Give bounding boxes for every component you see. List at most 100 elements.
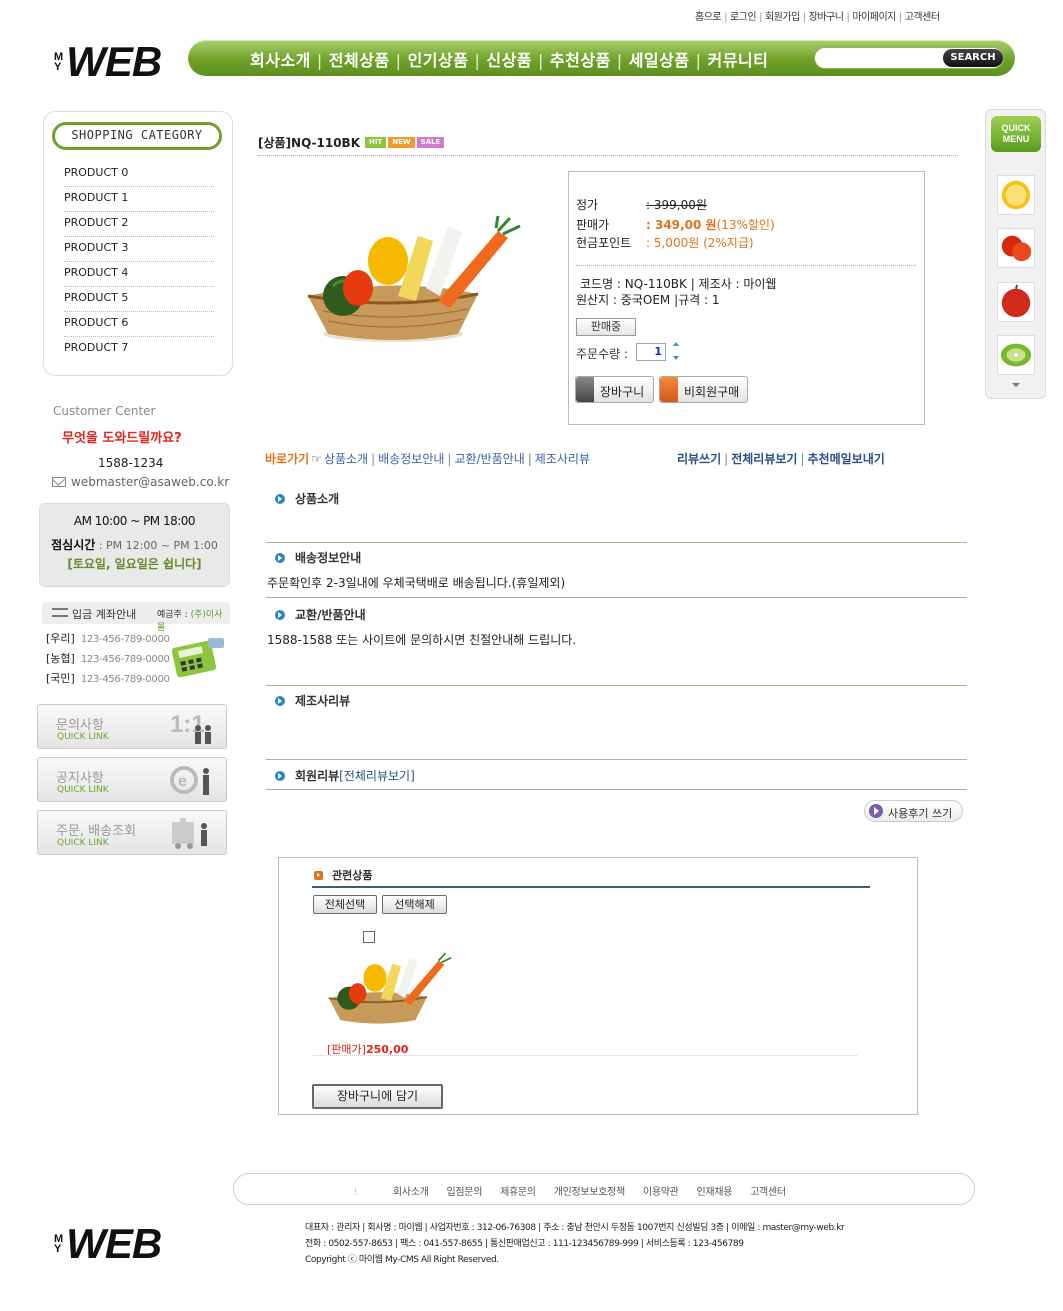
select-all-button[interactable]: 전체선택 <box>313 895 377 914</box>
search-button[interactable]: SEARCH <box>943 49 1003 67</box>
footer-link-partner-inquiry[interactable]: 입점문의 <box>447 1187 483 1198</box>
category-item[interactable]: PRODUCT 6 <box>64 312 214 337</box>
play-icon <box>869 804 883 818</box>
category-item[interactable]: PRODUCT 0 <box>64 162 214 187</box>
related-item-checkbox[interactable] <box>363 931 375 943</box>
arrow-icon <box>275 609 285 620</box>
quick-link-order-tracking[interactable]: 주문, 배송조회 QUICK LINK <box>37 810 227 855</box>
chevron-down-icon[interactable] <box>1012 383 1020 387</box>
related-divider <box>312 1055 857 1056</box>
section-shipping-title: 배송정보안내 <box>275 549 361 566</box>
nav-recommended[interactable]: 추천상품 <box>550 51 611 70</box>
arrow-icon <box>275 493 285 504</box>
nav-company[interactable]: 회사소개 <box>250 51 311 70</box>
top-link-login[interactable]: 로그인 <box>730 12 757 23</box>
top-link-join[interactable]: 회원가입 <box>765 12 800 23</box>
footer-info: 대표자 : 관리자 | 회사명 : 마이웹 | 사업자번호 : 312-06-7… <box>305 1220 845 1268</box>
category-item[interactable]: PRODUCT 3 <box>64 237 214 262</box>
section-divider <box>266 759 967 760</box>
footer-nav: ⁝ 회사소개 입점문의 제휴문의 개인정보보호정책 이용약관 인재채용 고객센터 <box>233 1173 975 1205</box>
top-link-mypage[interactable]: 마이페이지 <box>852 12 896 23</box>
related-product-image[interactable] <box>323 947 453 1032</box>
quick-menu-item[interactable] <box>997 282 1035 322</box>
quick-link-notice[interactable]: 공지사항 QUICK LINK e <box>37 757 227 802</box>
bank-accounts: [우리] 123-456-789-0000 [농협] 123-456-789-000… <box>46 630 170 690</box>
nav-sale[interactable]: 세일상품 <box>629 51 690 70</box>
guest-purchase-button[interactable]: 비회원구매 <box>659 376 748 403</box>
bank-icon <box>52 608 68 617</box>
shortcut-intro[interactable]: 상품소개 <box>324 452 368 466</box>
arrow-icon <box>314 870 323 880</box>
quick-link-inquiry[interactable]: 문의사항 QUICK LINK 1:1 <box>37 704 227 749</box>
nav-all-products[interactable]: 전체상품 <box>329 51 390 70</box>
section-member-review-title: 회원리뷰 [전체리뷰보기] <box>275 767 415 784</box>
site-logo[interactable]: MY WEB <box>54 38 162 86</box>
arrow-icon <box>275 552 285 563</box>
footer-line-company: 대표자 : 관리자 | 회사명 : 마이웹 | 사업자번호 : 312-06-7… <box>305 1223 845 1233</box>
bank-account: [우리] 123-456-789-0000 <box>46 632 170 645</box>
quick-menu-item[interactable] <box>997 335 1035 375</box>
shortcut-shipping[interactable]: 배송정보안내 <box>378 452 444 466</box>
deselect-button[interactable]: 선택해제 <box>382 895 447 914</box>
top-link-cart[interactable]: 장바구니 <box>809 12 844 23</box>
search-input[interactable]: SEARCH <box>814 47 1004 69</box>
shortcut-nav: 바로가기 ☞ 상품소개 | 배송정보안내 | 교환/반품안내 | 제조사리뷰 <box>265 452 590 466</box>
category-item[interactable]: PRODUCT 7 <box>64 337 214 362</box>
recommend-mail-link[interactable]: 추천메일보내기 <box>808 452 885 466</box>
related-add-to-cart-button[interactable]: 장바구니에 담기 <box>312 1084 443 1109</box>
footer-link-alliance[interactable]: 제휴문의 <box>500 1187 536 1198</box>
category-item[interactable]: PRODUCT 5 <box>64 287 214 312</box>
logo-my: MY <box>54 51 64 73</box>
quick-menu-title: QUICK MENU <box>991 116 1041 152</box>
category-item[interactable]: PRODUCT 2 <box>64 212 214 237</box>
all-reviews-link[interactable]: 전체리뷰보기 <box>731 452 797 466</box>
title-divider <box>258 155 958 156</box>
nav-new[interactable]: 신상품 <box>486 51 532 70</box>
top-link-support[interactable]: 고객센터 <box>905 12 940 23</box>
add-to-cart-button[interactable]: 장바구니 <box>575 376 654 403</box>
category-title: SHOPPING CATEGORY <box>52 122 222 150</box>
footer-link-support[interactable]: 고객센터 <box>750 1187 786 1198</box>
bank-title: 입금 계좌안내 <box>72 608 137 621</box>
pointing-hand-icon: ☞ <box>311 452 322 466</box>
bank-account: [농협] 123-456-789-0000 <box>46 652 170 665</box>
review-links: 리뷰쓰기 | 전체리뷰보기 | 추천메일보내기 <box>677 452 885 466</box>
quantity-up-icon[interactable] <box>673 342 679 346</box>
quick-menu-item[interactable] <box>997 228 1035 268</box>
shortcut-exchange[interactable]: 교환/반품안내 <box>454 452 524 466</box>
footer-copyright: Copyright ⓒ 마이웹 My-CMS All Right Reserve… <box>305 1255 499 1265</box>
email-text[interactable]: webmaster@asaweb.co.kr <box>71 475 229 489</box>
list-icon <box>660 377 678 402</box>
section-shipping-body: 주문확인후 2-3일내에 우체국택배로 배송됩니다.(휴일제외) <box>267 576 566 590</box>
write-review-link[interactable]: 리뷰쓰기 <box>677 452 721 466</box>
lock-icon <box>576 377 594 402</box>
section-divider <box>266 597 967 598</box>
sale-status: 판매중 <box>576 318 636 336</box>
category-item[interactable]: PRODUCT 1 <box>64 187 214 212</box>
notice-icon: e <box>170 766 209 795</box>
top-link-home[interactable]: 홈으로 <box>695 12 722 23</box>
list-price: : 399,00원 <box>646 198 707 212</box>
mail-icon <box>52 477 66 487</box>
logo-web: WEB <box>66 38 162 85</box>
quantity-input[interactable]: 1 <box>636 343 666 361</box>
section-exchange-title: 교환/반품안내 <box>275 606 366 623</box>
category-item[interactable]: PRODUCT 4 <box>64 262 214 287</box>
footer-link-privacy[interactable]: 개인정보보호정책 <box>554 1187 626 1198</box>
quick-menu-item[interactable] <box>997 175 1035 215</box>
all-reviews-inline-link[interactable]: [전체리뷰보기] <box>339 767 415 784</box>
write-review-button[interactable]: 사용후기 쓰기 <box>864 800 963 822</box>
quick-link-sub: QUICK LINK <box>57 732 109 742</box>
footer-link-company[interactable]: 회사소개 <box>393 1187 429 1198</box>
customer-center-phone: 1588-1234 <box>98 456 164 470</box>
shortcut-maker-review[interactable]: 제조사리뷰 <box>535 452 590 466</box>
nav-popular[interactable]: 인기상품 <box>408 51 469 70</box>
footer-link-careers[interactable]: 인재채용 <box>697 1187 733 1198</box>
nav-community[interactable]: 커뮤니티 <box>707 51 768 70</box>
discount: (13%할인) <box>716 218 775 232</box>
quantity-down-icon[interactable] <box>673 356 679 360</box>
svg-text:e: e <box>178 773 187 790</box>
quick-menu: QUICK MENU <box>985 109 1046 399</box>
customer-center-title: Customer Center <box>53 404 156 418</box>
footer-link-terms[interactable]: 이용약관 <box>643 1187 679 1198</box>
